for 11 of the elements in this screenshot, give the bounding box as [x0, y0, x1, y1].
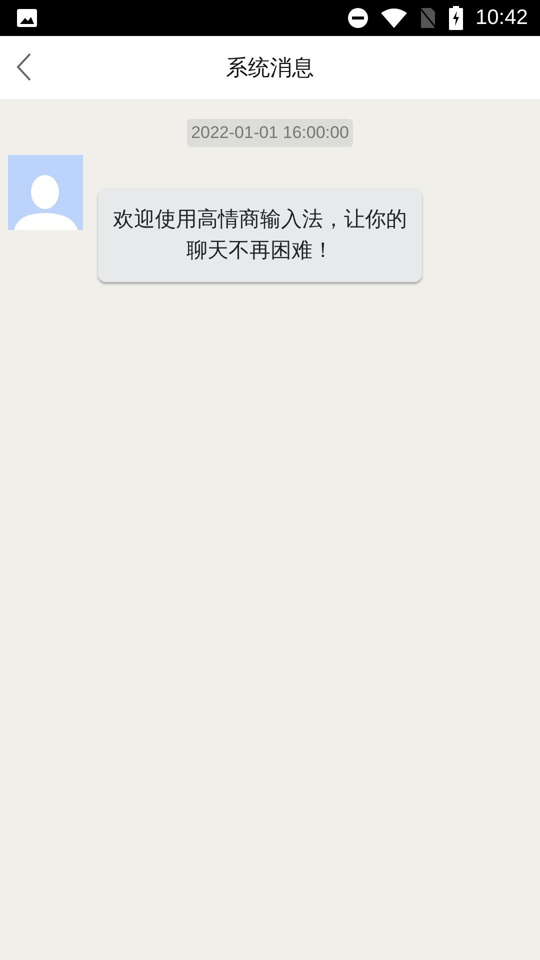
- do-not-disturb-icon: [347, 7, 370, 29]
- wifi-icon: [381, 8, 408, 28]
- image-icon: [16, 8, 38, 28]
- status-time: 10:42: [475, 6, 528, 30]
- message-bubble: 欢迎使用高情商输入法，让你的聊天不再困难！: [98, 188, 422, 282]
- no-sim-icon: [419, 7, 438, 29]
- page-title: 系统消息: [226, 54, 314, 82]
- avatar-icon: [8, 155, 83, 230]
- back-icon: [16, 53, 32, 81]
- message-timestamp: 2022-01-01 16:00:00: [187, 119, 353, 147]
- battery-charging-icon: [449, 6, 464, 30]
